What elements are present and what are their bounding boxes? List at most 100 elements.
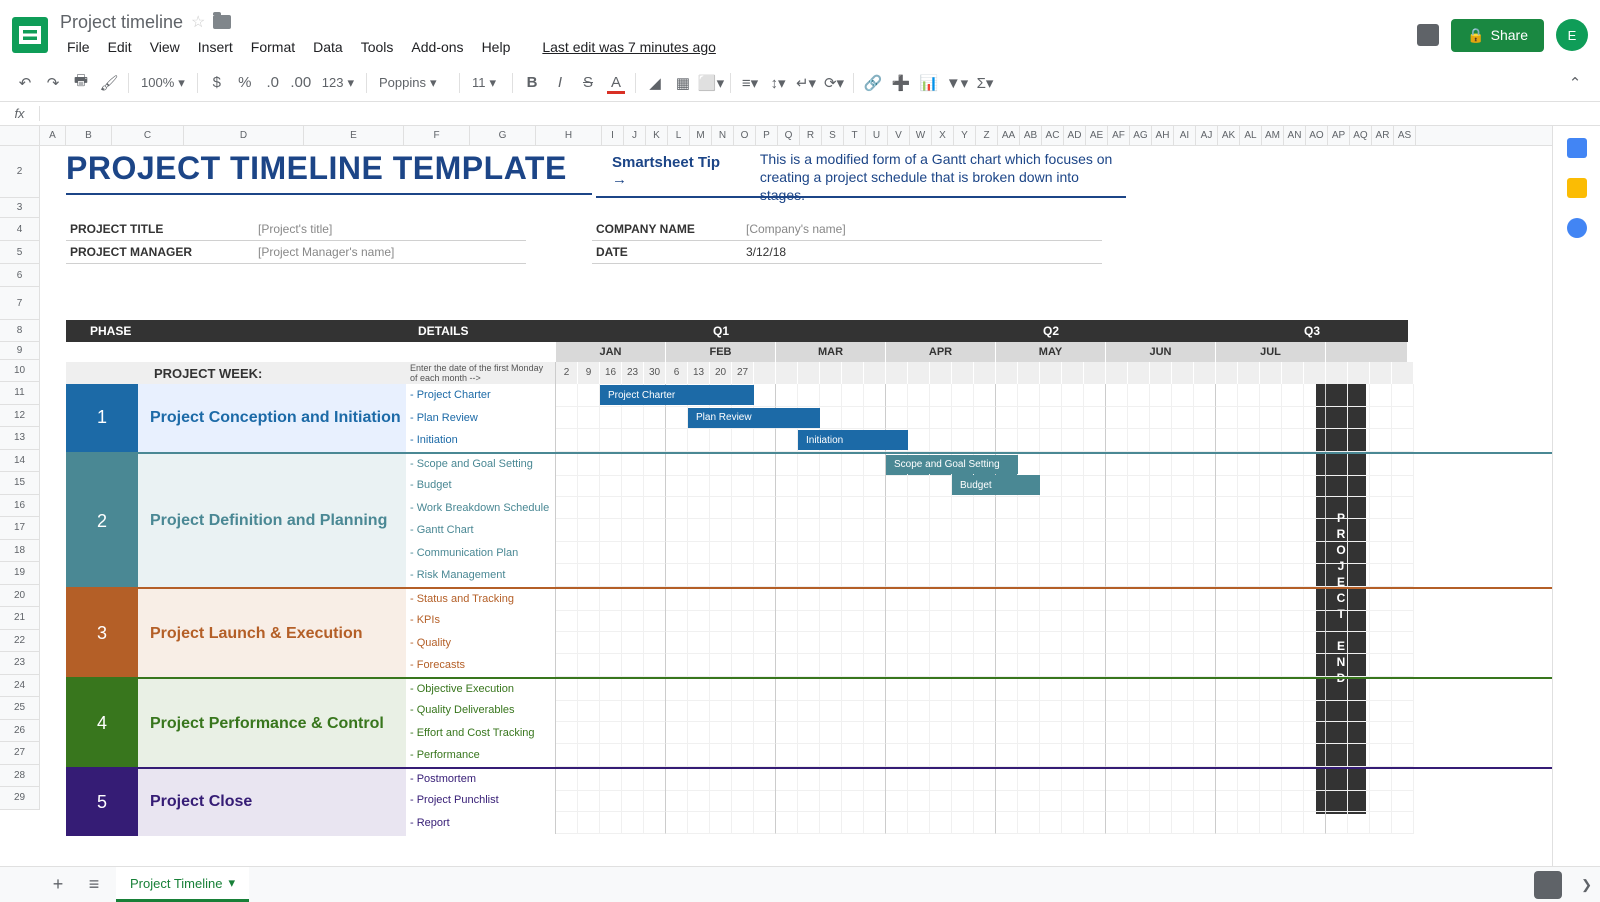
menu-insert[interactable]: Insert	[191, 35, 240, 59]
week-cell[interactable]: 6	[666, 362, 688, 384]
move-folder-icon[interactable]	[213, 15, 231, 29]
row-header[interactable]: 3	[0, 198, 40, 218]
column-header[interactable]: AH	[1152, 126, 1174, 145]
document-title[interactable]: Project timeline	[60, 12, 183, 33]
week-cell[interactable]: 20	[710, 362, 732, 384]
column-header[interactable]: Y	[954, 126, 976, 145]
phase-detail[interactable]: - Initiation	[406, 429, 556, 452]
column-header[interactable]: C	[112, 126, 184, 145]
menu-data[interactable]: Data	[306, 35, 350, 59]
functions-icon[interactable]: Σ▾	[972, 70, 998, 96]
zoom-select[interactable]: 100% ▾	[135, 75, 191, 91]
column-header[interactable]: Z	[976, 126, 998, 145]
row-header[interactable]: 20	[0, 585, 40, 608]
week-cell[interactable]: 16	[600, 362, 622, 384]
row-header[interactable]: 6	[0, 264, 40, 287]
phase-detail[interactable]: - Quality Deliverables	[406, 699, 556, 722]
menu-addons[interactable]: Add-ons	[404, 35, 470, 59]
chart-icon[interactable]: 📊	[916, 70, 942, 96]
row-header[interactable]: 28	[0, 765, 40, 788]
sheet-tab-project-timeline[interactable]: Project Timeline ▾	[116, 867, 249, 902]
currency-icon[interactable]: $	[204, 70, 230, 96]
collapse-toolbar-icon[interactable]: ⌃	[1562, 70, 1588, 96]
column-header[interactable]: AP	[1328, 126, 1350, 145]
halign-icon[interactable]: ≡▾	[737, 70, 763, 96]
column-header[interactable]: Q	[778, 126, 800, 145]
column-header[interactable]: AI	[1174, 126, 1196, 145]
menu-file[interactable]: File	[60, 35, 97, 59]
column-header[interactable]: AM	[1262, 126, 1284, 145]
week-cell[interactable]	[1260, 362, 1282, 384]
row-header[interactable]: 8	[0, 320, 40, 342]
week-cell[interactable]	[1370, 362, 1392, 384]
row-header[interactable]: 27	[0, 742, 40, 765]
column-header[interactable]: B	[66, 126, 112, 145]
italic-icon[interactable]: I	[547, 70, 573, 96]
week-cell[interactable]	[1238, 362, 1260, 384]
column-header[interactable]: S	[822, 126, 844, 145]
week-cell[interactable]: 9	[578, 362, 600, 384]
project-title-value[interactable]: [Project's title]	[258, 222, 468, 236]
row-header[interactable]: 10	[0, 360, 40, 382]
link-icon[interactable]: 🔗	[860, 70, 886, 96]
decrease-decimal-icon[interactable]: .0	[260, 70, 286, 96]
rotate-icon[interactable]: ⟳▾	[821, 70, 847, 96]
row-header[interactable]: 16	[0, 495, 40, 518]
gantt-bar[interactable]: Initiation	[798, 430, 908, 450]
borders-icon[interactable]: ▦	[670, 70, 696, 96]
valign-icon[interactable]: ↕▾	[765, 70, 791, 96]
add-sheet-button[interactable]: +	[44, 871, 72, 899]
week-cell[interactable]	[1194, 362, 1216, 384]
column-header[interactable]: J	[624, 126, 646, 145]
font-size-select[interactable]: 11 ▾	[466, 75, 506, 91]
week-cell[interactable]	[754, 362, 776, 384]
text-color-icon[interactable]: A	[603, 70, 629, 96]
week-cell[interactable]	[1326, 362, 1348, 384]
all-sheets-button[interactable]: ≡	[80, 871, 108, 899]
phase-detail[interactable]: - Postmortem	[406, 769, 556, 790]
phase-detail[interactable]: - Risk Management	[406, 564, 556, 587]
menu-format[interactable]: Format	[244, 35, 302, 59]
row-header[interactable]: 15	[0, 472, 40, 495]
sheets-logo-icon[interactable]	[12, 17, 48, 53]
column-header[interactable]: M	[690, 126, 712, 145]
wrap-icon[interactable]: ↵▾	[793, 70, 819, 96]
column-header[interactable]: AQ	[1350, 126, 1372, 145]
week-cell[interactable]	[1106, 362, 1128, 384]
column-header[interactable]: AA	[998, 126, 1020, 145]
week-cell[interactable]	[1018, 362, 1040, 384]
row-header[interactable]: 29	[0, 787, 40, 810]
gantt-bar[interactable]: Scope and Goal Setting	[886, 455, 1018, 475]
row-header[interactable]: 23	[0, 652, 40, 675]
row-header[interactable]: 13	[0, 427, 40, 450]
row-header[interactable]: 19	[0, 562, 40, 585]
phase-detail[interactable]: - Work Breakdown Schedule	[406, 497, 556, 520]
column-header[interactable]: AG	[1130, 126, 1152, 145]
menu-tools[interactable]: Tools	[354, 35, 401, 59]
column-header[interactable]: AL	[1240, 126, 1262, 145]
row-header[interactable]: 2	[0, 146, 40, 198]
row-header[interactable]: 7	[0, 287, 40, 320]
column-header[interactable]: A	[40, 126, 66, 145]
row-header[interactable]: 9	[0, 342, 40, 360]
week-cell[interactable]	[1216, 362, 1238, 384]
column-header[interactable]: W	[910, 126, 932, 145]
phase-detail[interactable]: - Objective Execution	[406, 679, 556, 700]
column-header[interactable]: P	[756, 126, 778, 145]
phase-detail[interactable]: - Report	[406, 812, 556, 835]
column-header[interactable]: AS	[1394, 126, 1416, 145]
tasks-icon[interactable]	[1567, 218, 1587, 238]
row-header[interactable]: 25	[0, 697, 40, 720]
week-cell[interactable]: 13	[688, 362, 710, 384]
week-cell[interactable]	[1172, 362, 1194, 384]
comment-icon[interactable]: ➕	[888, 70, 914, 96]
menu-view[interactable]: View	[143, 35, 187, 59]
column-header[interactable]: AJ	[1196, 126, 1218, 145]
week-cell[interactable]	[886, 362, 908, 384]
phase-detail[interactable]: - Quality	[406, 632, 556, 655]
week-cell[interactable]	[974, 362, 996, 384]
phase-detail[interactable]: - Scope and Goal Setting	[406, 454, 556, 475]
last-edit-link[interactable]: Last edit was 7 minutes ago	[535, 35, 723, 59]
column-header[interactable]: AC	[1042, 126, 1064, 145]
column-header[interactable]: I	[602, 126, 624, 145]
